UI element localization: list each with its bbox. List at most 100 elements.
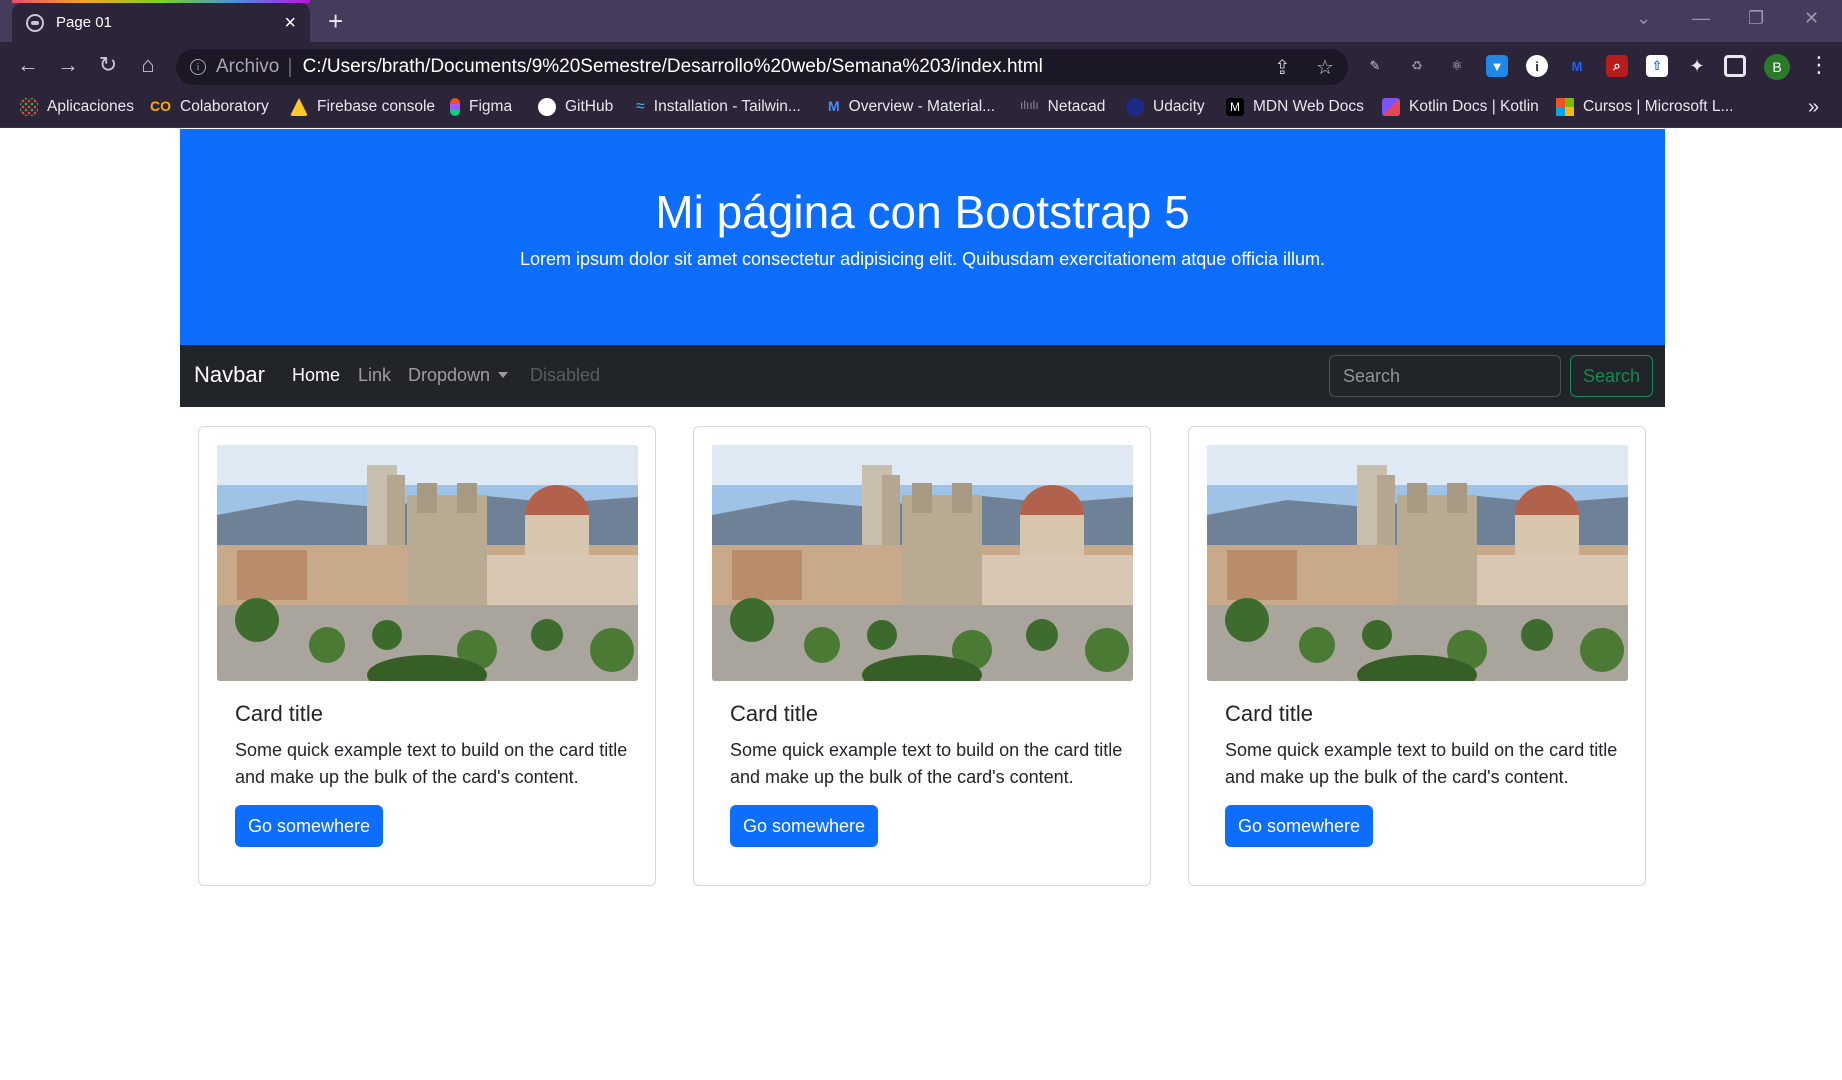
cisco-icon: ılıılı <box>1020 98 1039 112</box>
home-button[interactable]: ⌂ <box>134 52 162 78</box>
bookmark-label: Kotlin Docs | Kotlin <box>1409 98 1539 115</box>
card-title: Card title <box>235 701 324 726</box>
bookmark-label: Firebase console <box>317 98 436 115</box>
recycle-extension-icon[interactable]: ♻ <box>1406 55 1428 77</box>
hero-subtitle: Lorem ipsum dolor sit amet consectetur a… <box>519 249 1326 269</box>
bookmark-star-icon[interactable]: ☆ <box>1316 49 1334 85</box>
react-extension-icon[interactable]: ⚛ <box>1446 55 1468 77</box>
go-somewhere-button[interactable]: Go somewhere <box>1225 805 1373 847</box>
close-window-button[interactable]: ✕ <box>1804 8 1819 29</box>
card-text: Some quick example text to build on the … <box>235 740 628 787</box>
page-title: Mi página con Bootstrap 5 <box>655 186 1190 238</box>
minimize-button[interactable]: — <box>1692 8 1710 29</box>
card: Card title Some quick example text to bu… <box>693 426 1151 886</box>
bookmark-aplicaciones[interactable]: Aplicaciones <box>20 98 134 116</box>
tab-search-icon[interactable]: ⌄ <box>1636 8 1651 29</box>
tab-title: Page 01 <box>56 14 112 31</box>
tailwind-icon: ≈ <box>636 98 645 115</box>
go-somewhere-button[interactable]: Go somewhere <box>730 805 878 847</box>
side-panel-icon[interactable] <box>1724 55 1746 77</box>
bookmarks-bar: Aplicaciones CO Colaboratory Firebase co… <box>0 90 1842 128</box>
browser-titlebar: Page 01 × + ⌄ — ❐ ✕ <box>0 0 1842 42</box>
bookmark-label: Udacity <box>1153 98 1205 115</box>
search-input[interactable] <box>1329 355 1561 397</box>
microsoft-icon <box>1556 98 1574 116</box>
bookmark-label: Cursos | Microsoft L... <box>1583 98 1734 115</box>
info-icon[interactable]: i <box>190 59 206 75</box>
card-title: Card title <box>1225 701 1314 726</box>
nav-link-link[interactable]: Link <box>358 365 391 386</box>
search-extension-icon[interactable]: ⌕ <box>1606 55 1628 77</box>
bookmark-mdn[interactable]: M MDN Web Docs <box>1226 98 1364 116</box>
reload-button[interactable]: ↻ <box>94 52 122 78</box>
share-icon[interactable]: ⇪ <box>1274 49 1291 85</box>
close-tab-icon[interactable]: × <box>284 13 296 33</box>
github-icon <box>538 98 556 116</box>
bookmark-colaboratory[interactable]: CO Colaboratory <box>150 98 269 116</box>
profile-avatar[interactable]: B <box>1764 54 1790 80</box>
bookmark-kotlin[interactable]: Kotlin Docs | Kotlin <box>1382 98 1539 116</box>
bookmark-label: Overview - Material... <box>848 98 996 115</box>
nav-dropdown[interactable]: Dropdown <box>408 365 509 386</box>
bookmark-material[interactable]: M Overview - Material... <box>828 98 995 116</box>
nav-link-home[interactable]: Home <box>292 365 340 386</box>
card-text: Some quick example text to build on the … <box>1225 740 1618 787</box>
pen-extension-icon[interactable]: ✎ <box>1364 55 1386 77</box>
browser-tab[interactable]: Page 01 × <box>12 3 310 42</box>
shield-extension-icon[interactable]: ▼ <box>1486 55 1508 77</box>
m-extension-icon[interactable]: M <box>1566 55 1588 77</box>
bookmark-udacity[interactable]: Udacity <box>1126 98 1205 116</box>
address-scheme: Archivo <box>216 56 280 77</box>
more-bookmarks-icon[interactable]: » <box>1808 96 1819 119</box>
card-text: Some quick example text to build on the … <box>730 740 1123 787</box>
bookmark-label: Colaboratory <box>180 98 269 115</box>
info-extension-icon[interactable]: i <box>1526 55 1548 77</box>
mdn-icon: M <box>1226 98 1244 116</box>
bookmark-label: Aplicaciones <box>47 98 135 115</box>
address-url[interactable]: C:/Users/brath/Documents/9%20Semestre/De… <box>303 56 1043 78</box>
bookmark-label: Netacad <box>1047 98 1106 115</box>
cathedral-plaza-photo <box>217 445 638 681</box>
navbar: Navbar Home Link Dropdown Disabled Searc… <box>180 345 1665 407</box>
bookmark-microsoft[interactable]: Cursos | Microsoft L... <box>1556 98 1733 116</box>
cathedral-plaza-photo <box>712 445 1133 681</box>
kotlin-icon <box>1382 98 1400 116</box>
bookmark-figma[interactable]: Figma <box>450 98 512 116</box>
nav-link-disabled: Disabled <box>530 365 601 385</box>
download-extension-icon[interactable]: ⇧ <box>1646 55 1668 77</box>
card-title: Card title <box>730 701 819 726</box>
bookmark-firebase[interactable]: Firebase console <box>290 98 435 116</box>
new-tab-button[interactable]: + <box>328 8 343 34</box>
back-button[interactable]: ← <box>14 52 42 78</box>
bookmark-tailwind[interactable]: ≈ Installation - Tailwin... <box>636 98 801 116</box>
card-image <box>1207 445 1628 681</box>
search-button[interactable]: Search <box>1570 355 1653 397</box>
address-bar[interactable]: i Archivo | C:/Users/brath/Documents/9%2… <box>176 49 1348 85</box>
card: Card title Some quick example text to bu… <box>198 426 656 886</box>
hero-banner: Mi página con Bootstrap 5 Lorem ipsum do… <box>180 129 1665 345</box>
navbar-brand[interactable]: Navbar <box>194 362 265 388</box>
globe-icon <box>26 13 44 32</box>
udacity-icon <box>1126 98 1144 116</box>
bookmark-label: MDN Web Docs <box>1253 98 1364 115</box>
card-image <box>712 445 1133 681</box>
browser-menu-icon[interactable]: ⋮ <box>1808 52 1830 78</box>
forward-button[interactable]: → <box>54 52 82 78</box>
bookmark-label: Installation - Tailwin... <box>653 98 801 115</box>
colab-icon: CO <box>150 98 171 114</box>
cathedral-plaza-photo <box>1207 445 1628 681</box>
restore-button[interactable]: ❐ <box>1748 8 1764 29</box>
bookmark-label: Figma <box>469 98 513 115</box>
card: Card title Some quick example text to bu… <box>1188 426 1646 886</box>
browser-toolbar: ← → ↻ ⌂ i Archivo | C:/Users/brath/Docum… <box>0 42 1842 90</box>
apps-grid-icon <box>20 98 38 116</box>
firebase-icon <box>290 98 308 116</box>
address-separator: | <box>287 55 293 78</box>
bookmark-github[interactable]: GitHub <box>538 98 613 116</box>
bookmark-netacad[interactable]: ılıılı Netacad <box>1020 98 1105 116</box>
material-icon: M <box>828 98 840 114</box>
extensions-puzzle-icon[interactable]: ✦ <box>1686 55 1708 77</box>
go-somewhere-button[interactable]: Go somewhere <box>235 805 383 847</box>
caret-down-icon <box>498 372 509 378</box>
nav-dropdown-label: Dropdown <box>408 365 491 385</box>
